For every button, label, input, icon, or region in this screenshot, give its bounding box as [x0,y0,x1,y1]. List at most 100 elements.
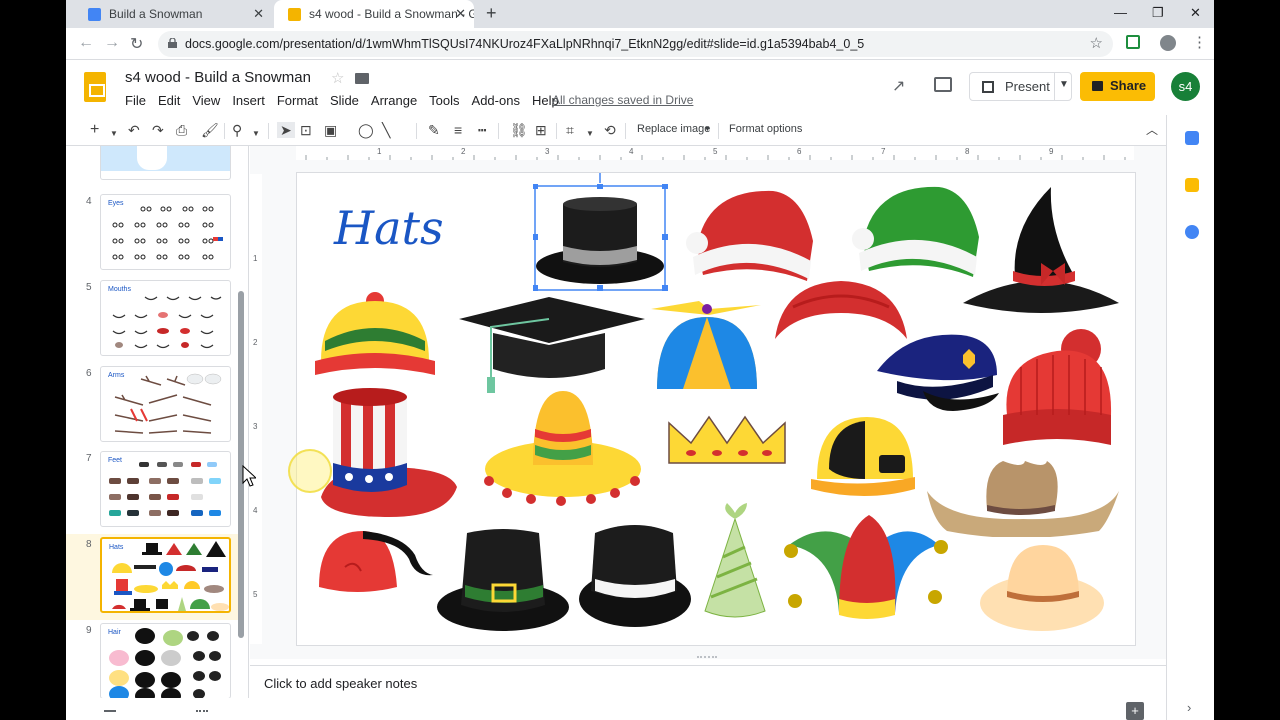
fez-image[interactable] [315,527,443,603]
slide-thumbnail[interactable]: Mouths [100,280,231,356]
witch-hat-image[interactable] [961,185,1121,325]
slide-thumb-5[interactable]: 5 Mouths [66,280,243,360]
sombrero-image[interactable] [481,385,647,509]
tab-slides[interactable]: s4 wood - Build a Snowman - Go ✕ [274,0,474,28]
grid-view-icon[interactable] [196,710,208,720]
slide-thumb-7[interactable]: 7 Feet [66,451,243,531]
horizontal-ruler[interactable]: 1 2 3 4 5 6 7 8 9 [296,146,1134,160]
zoom-icon[interactable]: ⚲ [232,122,242,138]
paint-format-icon[interactable]: 🖌 [201,122,219,138]
knit-hat-image[interactable] [1001,327,1117,453]
top-hat-image[interactable] [533,184,671,294]
speaker-notes-placeholder[interactable]: Click to add speaker notes [264,676,417,691]
slide-thumbnail[interactable]: Feet [100,451,231,527]
reset-image-icon[interactable]: ⟲ [604,122,616,138]
menu-slide[interactable]: Slide [330,93,359,108]
party-hat-image[interactable] [701,501,771,623]
omnibox[interactable]: docs.google.com/presentation/d/1wmWhmTlS… [158,31,1113,57]
slide-thumb-8[interactable]: 8 Hats [66,534,243,620]
propeller-cap-image[interactable] [645,297,769,393]
chevron-down-icon[interactable]: ▼ [586,126,594,142]
chevron-down-icon[interactable]: ▼ [110,126,118,142]
pilgrim-hat-image[interactable] [435,527,571,633]
back-icon[interactable]: ← [78,34,94,52]
image-icon[interactable]: ▣ [324,122,337,138]
comment-icon[interactable] [934,77,952,92]
extension-icon[interactable] [1126,35,1140,49]
line-icon[interactable]: ╲ [382,122,390,138]
menu-edit[interactable]: Edit [158,93,180,108]
close-window-icon[interactable]: ✕ [1190,5,1201,21]
beanie-image[interactable] [313,291,437,383]
graduation-cap-image[interactable] [457,295,647,395]
menu-file[interactable]: File [125,93,146,108]
slide-thumb-9[interactable]: 9 Hair [66,623,243,703]
add-comment-icon[interactable]: ⊞ [535,122,547,138]
chevron-down-icon[interactable]: ▼ [1059,79,1069,90]
text-box-icon[interactable]: ⊡ [300,122,312,138]
menu-insert[interactable]: Insert [232,93,265,108]
avatar[interactable]: s4 [1171,72,1200,101]
border-weight-icon[interactable]: ≡ [454,122,462,138]
shape-icon[interactable]: ◯ [358,122,374,138]
crop-icon[interactable]: ⌗ [566,122,574,138]
menu-arrange[interactable]: Arrange [371,93,417,108]
menu-view[interactable]: View [192,93,220,108]
close-icon[interactable]: ✕ [455,6,466,22]
bookmark-star-icon[interactable]: ☆ [1090,34,1103,52]
browser-menu-icon[interactable]: ⋮ [1192,33,1207,51]
border-color-icon[interactable]: ✎ [428,122,440,138]
menu-addons[interactable]: Add-ons [472,93,520,108]
save-status[interactable]: All changes saved in Drive [552,93,693,107]
print-icon[interactable]: ⎙ [176,122,187,138]
keep-icon[interactable] [1185,178,1199,192]
border-dash-icon[interactable]: ┅ [478,122,486,138]
straw-hat-image[interactable] [977,541,1107,635]
minimize-icon[interactable]: — [1114,5,1127,20]
notes-resize-handle[interactable] [697,656,717,660]
speaker-notes[interactable]: Click to add speaker notes + [250,665,1166,720]
document-title[interactable]: s4 wood - Build a Snowman [125,69,311,86]
slide-thumbnail[interactable]: Hair [100,623,231,699]
explore-icon[interactable]: + [1126,702,1144,720]
crown-image[interactable] [667,413,791,469]
chevron-down-icon[interactable]: ▼ [252,126,260,142]
slide-thumb-4[interactable]: 4 Eyes [66,194,243,274]
folder-icon[interactable] [355,73,369,84]
activity-trend-icon[interactable]: ↗ [892,76,905,96]
replace-image-button[interactable]: Replace image [637,123,710,135]
filmstrip-view-icon[interactable] [104,710,116,720]
tab-build-a-snowman[interactable]: Build a Snowman ✕ [74,0,272,28]
rotate-handle[interactable] [596,173,604,183]
collapse-icon[interactable]: ︿ [1146,122,1158,138]
redo-icon[interactable]: ↷ [152,122,164,138]
slide-thumbnail-partial[interactable] [100,146,231,180]
santa-hat-image[interactable] [683,185,831,291]
menu-tools[interactable]: Tools [429,93,459,108]
present-button[interactable]: Present ▼ [969,72,1072,101]
undo-icon[interactable]: ↶ [128,122,140,138]
reload-icon[interactable]: ↻ [130,34,143,54]
new-tab-icon[interactable]: + [486,3,497,24]
chevron-right-icon[interactable]: › [1187,700,1191,715]
link-icon[interactable]: ⛓ [510,122,528,138]
chevron-down-icon[interactable]: ▼ [704,126,711,133]
jester-hat-image[interactable] [783,513,955,623]
select-icon[interactable]: ➤ [277,122,295,138]
star-icon[interactable]: ☆ [331,69,344,87]
vertical-ruler[interactable]: 1 2 3 4 5 [250,174,262,644]
hard-hat-image[interactable] [809,413,919,499]
police-cap-image[interactable] [873,329,1001,413]
fedora-image[interactable] [577,523,697,629]
slide-thumb-6[interactable]: 6 Arms [66,366,243,446]
new-slide-icon[interactable]: + [90,122,99,138]
slide-thumbnail[interactable]: Arms [100,366,231,442]
current-slide[interactable]: Hats [297,173,1135,645]
slide-thumbnail[interactable]: Eyes [100,194,231,270]
slides-logo-icon[interactable] [84,72,106,102]
close-icon[interactable]: ✕ [253,6,264,22]
menu-format[interactable]: Format [277,93,318,108]
slide-thumbnail-selected[interactable]: Hats [100,537,231,613]
format-options-button[interactable]: Format options [729,123,802,135]
share-button[interactable]: Share [1080,72,1155,101]
